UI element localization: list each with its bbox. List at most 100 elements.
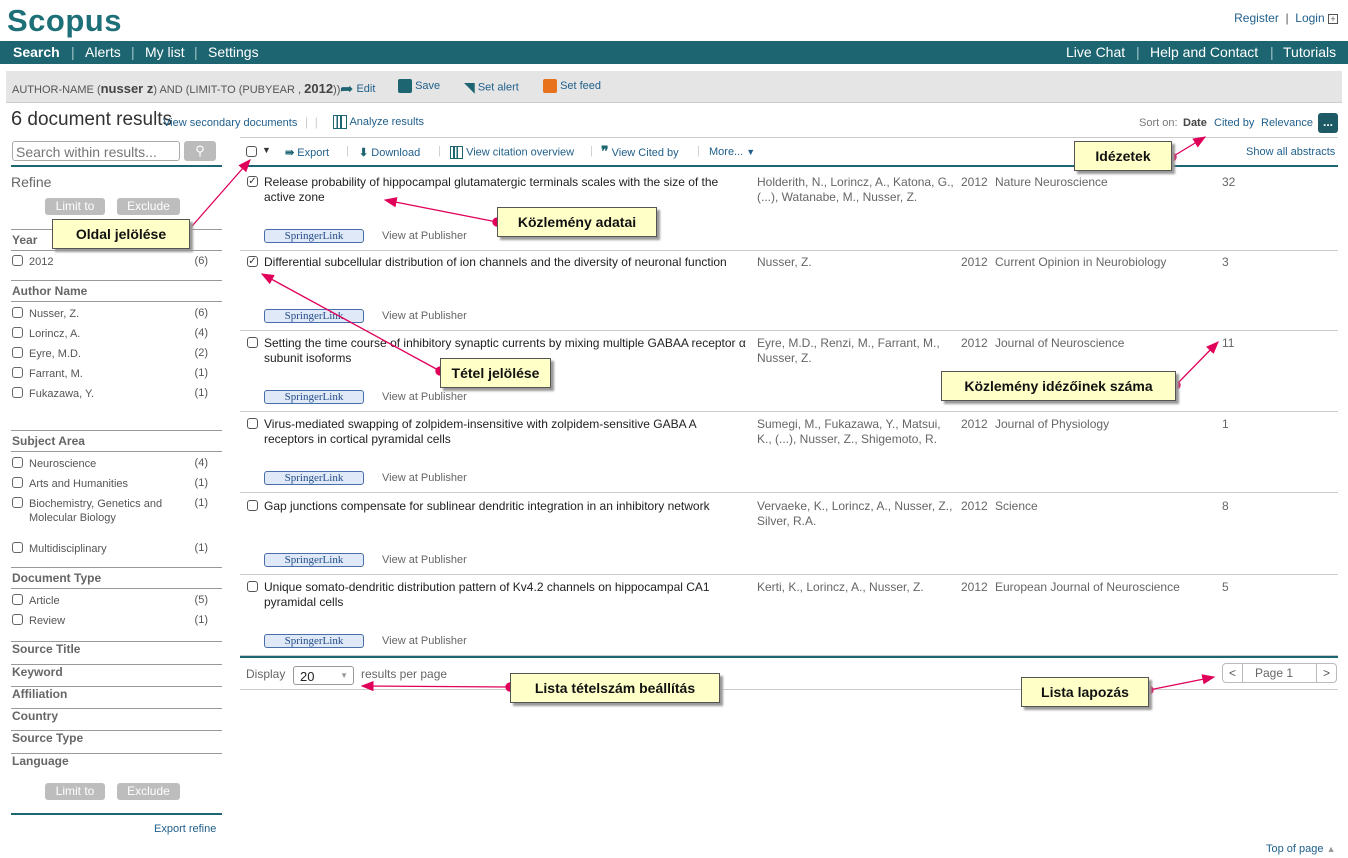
exclude-button-bottom[interactable]: Exclude <box>117 783 180 800</box>
facet-heading-doctype[interactable]: Document Type <box>12 571 101 585</box>
result-source[interactable]: European Journal of Neuroscience <box>995 580 1180 594</box>
nav-alerts[interactable]: Alerts <box>85 44 121 60</box>
sort-relevance[interactable]: Relevance <box>1261 117 1313 129</box>
view-at-publisher-link[interactable]: View at Publisher <box>382 391 467 403</box>
download-button[interactable]: ⬇ Download <box>359 146 420 159</box>
facet-item[interactable]: Farrant, M. (1) <box>12 367 208 381</box>
result-authors[interactable]: Kerti, K., Lorincz, A., Nusser, Z. <box>757 580 957 595</box>
facet-item[interactable]: Biochemistry, Genetics and Molecular Bio… <box>12 497 208 525</box>
result-cited-count[interactable]: 3 <box>1222 255 1229 269</box>
result-authors[interactable]: Vervaeke, K., Lorincz, A., Nusser, Z., S… <box>757 499 957 529</box>
facet-item[interactable]: Lorincz, A. (4) <box>12 327 208 341</box>
facet-checkbox[interactable] <box>12 457 23 468</box>
analyze-results-link[interactable]: Analyze results <box>333 115 424 129</box>
show-all-abstracts-link[interactable]: Show all abstracts <box>1246 146 1335 158</box>
exclude-button-top[interactable]: Exclude <box>117 198 180 215</box>
facet-heading-author[interactable]: Author Name <box>12 284 87 298</box>
facet-item[interactable]: Neuroscience (4) <box>12 457 208 471</box>
nav-settings[interactable]: Settings <box>208 44 259 60</box>
facet-heading-collapsed[interactable]: Source Type <box>12 731 83 745</box>
register-link[interactable]: Register <box>1234 11 1279 25</box>
result-checkbox[interactable] <box>247 337 258 348</box>
login-link[interactable]: Login <box>1295 11 1324 25</box>
result-checkbox[interactable] <box>247 581 258 592</box>
facet-item[interactable]: Review (1) <box>12 614 208 628</box>
search-within-field[interactable] <box>16 143 176 160</box>
facet-heading-subject[interactable]: Subject Area <box>12 434 85 448</box>
facet-checkbox[interactable] <box>12 477 23 488</box>
scopus-logo[interactable]: Scopus <box>7 3 122 39</box>
facet-checkbox[interactable] <box>12 367 23 378</box>
result-cited-count[interactable]: 5 <box>1222 580 1229 594</box>
facet-heading-collapsed[interactable]: Keyword <box>12 665 63 679</box>
facet-checkbox[interactable] <box>12 255 23 266</box>
springerlink-button[interactable]: SpringerLink <box>264 390 364 404</box>
result-source[interactable]: Current Opinion in Neurobiology <box>995 255 1166 269</box>
facet-checkbox[interactable] <box>12 347 23 358</box>
search-within-input[interactable] <box>12 141 180 161</box>
facet-checkbox[interactable] <box>12 387 23 398</box>
result-source[interactable]: Journal of Neuroscience <box>995 336 1124 350</box>
result-checkbox[interactable] <box>247 418 258 429</box>
result-title-link[interactable]: Virus-mediated swapping of zolpidem-inse… <box>264 417 749 447</box>
limit-to-button-bottom[interactable]: Limit to <box>45 783 105 800</box>
springerlink-button[interactable]: SpringerLink <box>264 471 364 485</box>
view-cited-by-button[interactable]: ❞ View Cited by <box>601 144 679 159</box>
edit-button[interactable]: ➦ Edit <box>340 79 375 99</box>
view-at-publisher-link[interactable]: View at Publisher <box>382 310 467 322</box>
result-title-link[interactable]: Release probability of hippocampal gluta… <box>264 175 749 205</box>
set-alert-button[interactable]: ◥ Set alert <box>464 79 519 96</box>
set-feed-button[interactable]: Set feed <box>543 79 601 93</box>
facet-checkbox[interactable] <box>12 497 23 508</box>
facet-checkbox[interactable] <box>12 327 23 338</box>
view-at-publisher-link[interactable]: View at Publisher <box>382 472 467 484</box>
facet-checkbox[interactable] <box>12 307 23 318</box>
facet-item[interactable]: Nusser, Z. (6) <box>12 307 208 321</box>
facet-item[interactable]: Article (5) <box>12 594 208 608</box>
result-checkbox[interactable] <box>247 500 258 511</box>
view-at-publisher-link[interactable]: View at Publisher <box>382 554 467 566</box>
per-page-select[interactable]: 20 ▼ <box>293 666 354 685</box>
facet-item[interactable]: 2012 (6) <box>12 255 208 269</box>
result-cited-count[interactable]: 8 <box>1222 499 1229 513</box>
search-within-button[interactable]: ⚲ <box>184 141 216 161</box>
result-cited-count[interactable]: 1 <box>1222 417 1229 431</box>
springerlink-button[interactable]: SpringerLink <box>264 309 364 323</box>
nav-my-list[interactable]: My list <box>145 44 185 60</box>
export-button[interactable]: ⇛ Export <box>285 146 329 159</box>
nav-search[interactable]: Search <box>13 44 60 60</box>
facet-heading-collapsed[interactable]: Affiliation <box>12 687 67 701</box>
facet-checkbox[interactable] <box>12 594 23 605</box>
result-authors[interactable]: Holderith, N., Lorincz, A., Katona, G., … <box>757 175 957 205</box>
citation-overview-button[interactable]: View citation overview <box>450 146 574 159</box>
sort-more-button[interactable]: ... <box>1318 113 1338 133</box>
select-all-checkbox[interactable] <box>246 146 257 157</box>
view-at-publisher-link[interactable]: View at Publisher <box>382 635 467 647</box>
view-at-publisher-link[interactable]: View at Publisher <box>382 230 467 242</box>
facet-item[interactable]: Eyre, M.D. (2) <box>12 347 208 361</box>
result-title-link[interactable]: Differential subcellular distribution of… <box>264 255 749 270</box>
facet-heading-collapsed[interactable]: Language <box>12 754 69 768</box>
save-button[interactable]: Save <box>398 79 440 93</box>
result-checkbox[interactable]: ✓ <box>247 176 258 187</box>
nav-live-chat[interactable]: Live Chat <box>1066 44 1125 60</box>
prev-page-button[interactable]: < <box>1223 664 1243 682</box>
springerlink-button[interactable]: SpringerLink <box>264 634 364 648</box>
facet-item[interactable]: Multidisciplinary (1) <box>12 542 208 556</box>
facet-heading-collapsed[interactable]: Source Title <box>12 642 80 656</box>
result-title-link[interactable]: Unique somato-dendritic distribution pat… <box>264 580 749 610</box>
sort-cited-by[interactable]: Cited by <box>1214 117 1254 129</box>
top-of-page-link[interactable]: Top of page ▲ <box>1266 843 1335 855</box>
springerlink-button[interactable]: SpringerLink <box>264 229 364 243</box>
result-cited-count[interactable]: 32 <box>1222 175 1235 189</box>
result-source[interactable]: Journal of Physiology <box>995 417 1109 431</box>
view-secondary-link[interactable]: View secondary documents <box>163 117 297 129</box>
facet-item[interactable]: Fukazawa, Y. (1) <box>12 387 208 401</box>
sort-date[interactable]: Date <box>1183 117 1207 129</box>
result-source[interactable]: Nature Neuroscience <box>995 175 1108 189</box>
select-dropdown-caret-icon[interactable]: ▼ <box>262 145 271 155</box>
facet-heading-year[interactable]: Year <box>12 233 37 247</box>
facet-heading-collapsed[interactable]: Country <box>12 709 58 723</box>
result-title-link[interactable]: Gap junctions compensate for sublinear d… <box>264 499 749 514</box>
nav-help[interactable]: Help and Contact <box>1150 44 1258 60</box>
